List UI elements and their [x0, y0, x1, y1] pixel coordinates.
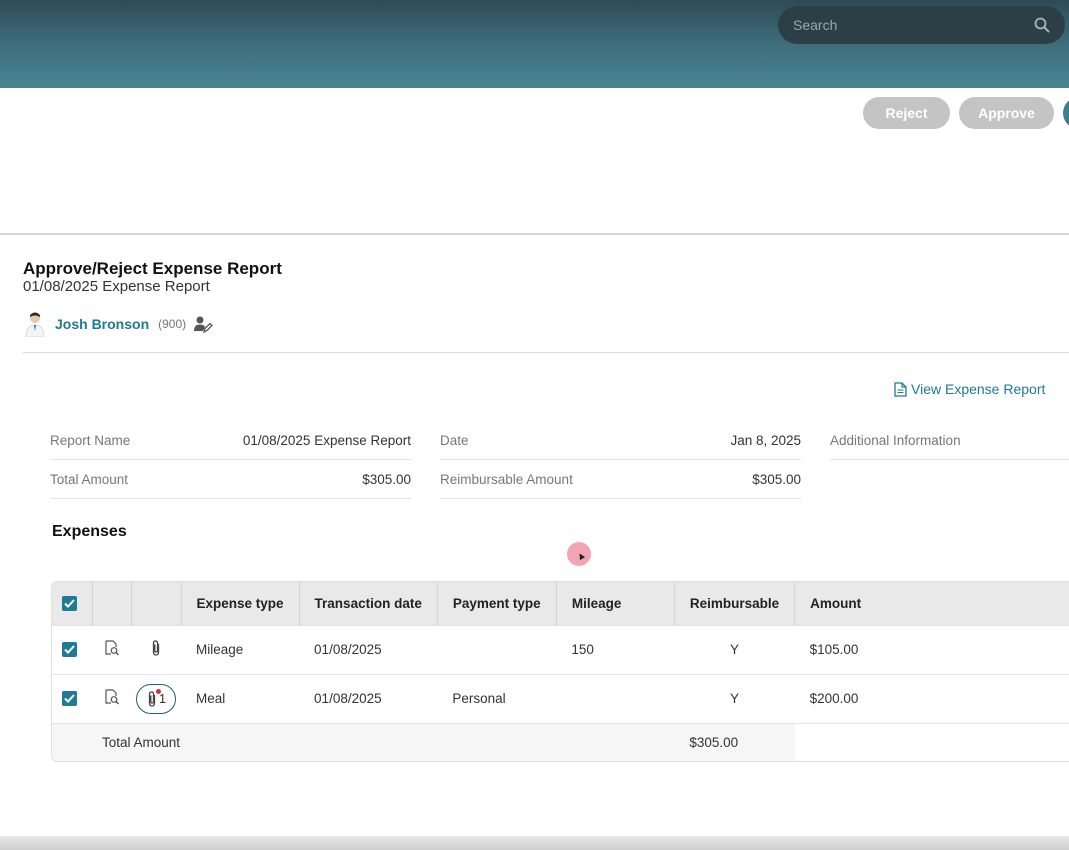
row-select-cell [52, 674, 92, 723]
header-divider [0, 233, 1069, 235]
user-id: (900) [158, 317, 187, 331]
field-label: Additional Information [830, 432, 961, 448]
cell-expense-type: Meal [196, 691, 226, 706]
view-expense-report-label: View Expense Report [911, 381, 1046, 397]
top-header-bar [0, 0, 1069, 88]
column-header-mileage[interactable]: Mileage [556, 582, 675, 625]
preview-cell [92, 625, 131, 674]
total-amount-value: $305.00 [689, 734, 739, 750]
field-value: 01/08/2025 Expense Report [242, 432, 411, 448]
cell-payment-type: Personal [452, 691, 506, 706]
cell-amount: $105.00 [809, 642, 859, 657]
row-checkbox[interactable] [62, 642, 77, 657]
page-subtitle: 01/08/2025 Expense Report [23, 278, 210, 295]
field-reimbursable-amount: Reimbursable Amount $305.00 [440, 460, 801, 499]
column-header-payment-type[interactable]: Payment type [437, 582, 557, 625]
field-label: Report Name [50, 432, 131, 448]
cell-reimbursable: Y [729, 642, 739, 657]
attachment-column-header [131, 582, 182, 625]
cell-expense-type: Mileage [196, 642, 244, 657]
page-title: Approve/Reject Expense Report [23, 259, 282, 278]
field-total-amount: Total Amount $305.00 [50, 460, 411, 499]
section-divider [23, 352, 1069, 353]
user-edit-icon[interactable] [193, 314, 214, 334]
expenses-table: Expense type Transaction date Payment ty… [51, 581, 1069, 762]
field-label: Reimbursable Amount [440, 471, 573, 487]
field-label: Date [440, 432, 469, 448]
total-spacer [52, 723, 92, 761]
cell-mileage: 150 [571, 642, 594, 657]
approve-button[interactable]: Approve [959, 97, 1054, 129]
row-checkbox[interactable] [62, 691, 77, 706]
reject-button[interactable]: Reject [863, 97, 950, 129]
column-header-reimbursable[interactable]: Reimbursable [674, 582, 796, 625]
select-all-header [52, 582, 93, 625]
row-select-cell [52, 625, 92, 674]
table-total-row: Total Amount $305.00 [52, 723, 1069, 761]
preview-icon[interactable] [104, 640, 120, 659]
field-label: Total Amount [50, 471, 129, 487]
attachment-cell: 1 [131, 674, 181, 723]
search-input[interactable] [793, 17, 1033, 33]
cell-mileage [556, 674, 674, 723]
field-value: Jan 8, 2025 [730, 432, 801, 448]
cell-transaction-date: 01/08/2025 [314, 691, 382, 706]
bottom-footer-bar [0, 836, 1069, 850]
avatar [23, 311, 47, 338]
preview-column-header [92, 582, 132, 625]
select-all-checkbox[interactable] [62, 595, 77, 611]
cell-transaction-date: 01/08/2025 [314, 642, 382, 657]
cell-payment-type [437, 625, 556, 674]
field-value: $305.00 [362, 471, 411, 487]
field-report-name: Report Name 01/08/2025 Expense Report [50, 421, 411, 460]
attachment-count-badge[interactable]: 1 [136, 683, 176, 714]
table-row: 1 Meal 01/08/2025 Personal Y $200.00 [52, 674, 1069, 723]
field-additional-information: Additional Information [830, 421, 1069, 460]
column-header-amount[interactable]: Amount [795, 582, 1069, 625]
expenses-section-title: Expenses [52, 523, 127, 540]
field-date: Date Jan 8, 2025 [440, 421, 801, 460]
total-spacer [556, 723, 674, 761]
search-box[interactable] [778, 6, 1065, 44]
user-row: Josh Bronson (900) [23, 310, 214, 338]
attachment-cell [131, 625, 181, 674]
column-header-transaction-date[interactable]: Transaction date [299, 582, 438, 625]
cell-amount: $200.00 [809, 691, 859, 706]
user-name-link[interactable]: Josh Bronson [55, 316, 149, 332]
document-icon [894, 381, 907, 397]
field-value: $305.00 [752, 471, 801, 487]
paperclip-icon[interactable] [150, 640, 162, 660]
preview-cell [92, 674, 131, 723]
view-expense-report-link[interactable]: View Expense Report [894, 381, 1045, 397]
notification-dot-icon [156, 688, 161, 694]
total-amount-label: Total Amount [102, 734, 181, 750]
search-icon[interactable] [1033, 16, 1051, 34]
table-row: Mileage 01/08/2025 150 Y $105.00 [52, 625, 1069, 674]
preview-icon[interactable] [104, 689, 120, 708]
more-actions-button[interactable] [1063, 97, 1069, 129]
column-header-expense-type[interactable]: Expense type [181, 582, 300, 625]
cell-reimbursable: Y [729, 691, 739, 706]
table-header-row: Expense type Transaction date Payment ty… [52, 582, 1069, 625]
